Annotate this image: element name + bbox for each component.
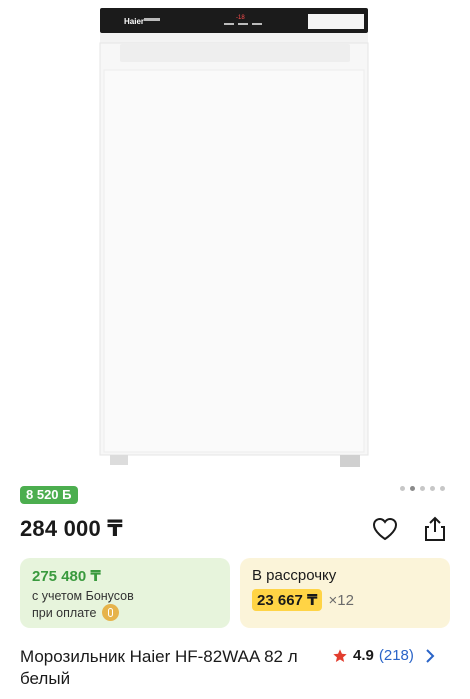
bonus-price-note: с учетом Бонусов при оплате	[32, 588, 218, 621]
bonus-line-1: с учетом Бонусов	[32, 589, 134, 603]
rating-link[interactable]: 4.9 (218)	[332, 647, 435, 664]
bonus-line-2: при оплате	[32, 606, 97, 620]
pagination-dot	[420, 486, 425, 491]
bonus-price-card[interactable]: 275 480 ₸ с учетом Бонусов при оплате	[20, 558, 230, 628]
gallery-pagination	[400, 486, 445, 491]
share-button[interactable]	[420, 514, 450, 544]
pagination-dot	[440, 486, 445, 491]
bonus-coin-icon	[102, 604, 120, 621]
review-count: (218)	[378, 647, 414, 664]
heart-icon	[372, 517, 398, 541]
bonus-price: 275 480 ₸	[32, 568, 101, 585]
star-icon	[333, 648, 347, 662]
product-image-gallery[interactable]: Haier -18	[0, 0, 470, 476]
bonus-points-badge: 8 520 Б	[20, 486, 78, 504]
favorite-button[interactable]	[370, 514, 400, 544]
installment-monthly-payment: 23 667 ₸	[252, 589, 323, 611]
pagination-dot	[430, 486, 435, 491]
share-icon	[425, 516, 445, 541]
installment-months: ×12	[328, 591, 354, 609]
product-title: Морозильник Haier HF-82WAA 82 л белый	[20, 647, 298, 688]
installment-card[interactable]: В рассрочку 23 667 ₸ ×12	[240, 558, 450, 628]
rating-value: 4.9	[353, 647, 374, 664]
pagination-dot	[400, 486, 405, 491]
svg-text:-18: -18	[236, 15, 245, 21]
brand-logo: Haier	[124, 17, 144, 26]
product-image: Haier -18	[99, 8, 369, 467]
pagination-dot-active	[410, 486, 415, 491]
chevron-right-icon	[426, 648, 435, 663]
product-price: 284 000 ₸	[20, 516, 123, 541]
installment-title: В рассрочку	[252, 567, 337, 584]
